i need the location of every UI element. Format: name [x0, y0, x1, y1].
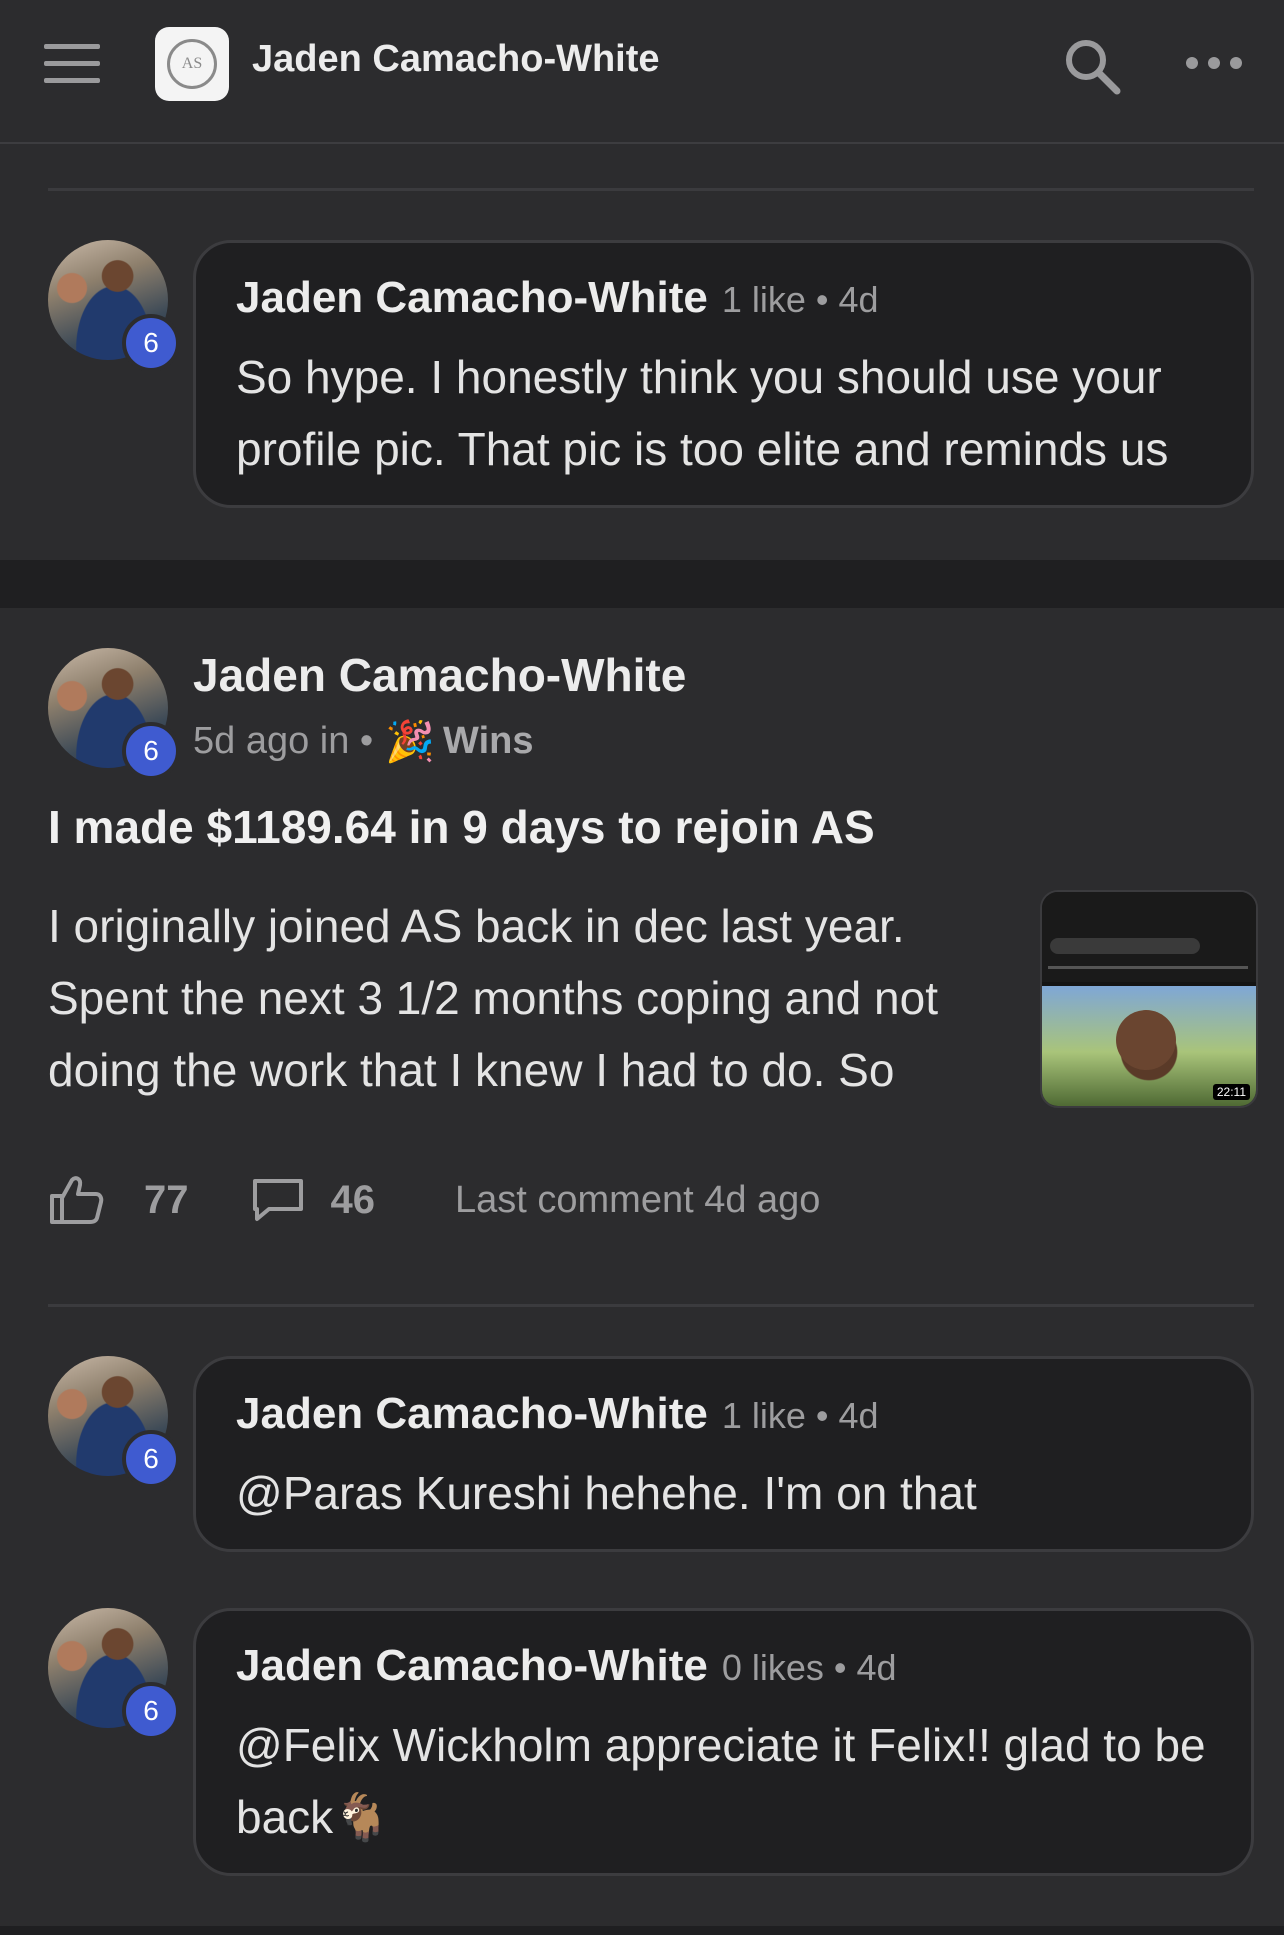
- menu-icon[interactable]: [44, 44, 100, 84]
- comment-author[interactable]: Jaden Camacho-White: [236, 1389, 708, 1438]
- thumbnail-face: [1116, 1010, 1176, 1070]
- post-thumbnail[interactable]: 22:11: [1040, 890, 1258, 1108]
- video-duration: 22:11: [1212, 1084, 1250, 1100]
- comment-bubble: Jaden Camacho-White 1 like • 4d So hype. …: [193, 240, 1254, 508]
- section-separator: [0, 1926, 1284, 1935]
- group-logo-crest: AS: [167, 39, 217, 89]
- comment-icon[interactable]: [249, 1175, 307, 1225]
- comment-text: So hype. I honestly think you should use…: [236, 351, 1169, 475]
- comment-count: 46: [330, 1177, 376, 1222]
- more-icon[interactable]: [1186, 55, 1242, 71]
- post-author[interactable]: Jaden Camacho-White: [193, 648, 686, 702]
- comment-text: @Paras Kureshi hehehe. I'm on that: [236, 1467, 977, 1519]
- comment-author[interactable]: Jaden Camacho-White: [236, 1641, 708, 1690]
- page-title: Jaden Camacho-White: [252, 38, 660, 80]
- post-time: 5d ago in •: [193, 720, 374, 762]
- section-separator: [0, 560, 1284, 608]
- level-badge: 6: [122, 722, 180, 780]
- post-title[interactable]: I made $1189.64 in 9 days to rejoin AS: [48, 800, 875, 854]
- like-icon[interactable]: [48, 1174, 104, 1226]
- post-body[interactable]: I originally joined AS back in dec last …: [48, 890, 1008, 1106]
- divider: [48, 188, 1254, 191]
- comment-bubble: Jaden Camacho-White 0 likes • 4d @Felix W…: [193, 1608, 1254, 1876]
- post-category[interactable]: Wins: [443, 720, 533, 763]
- post-meta: 5d ago in • 🎉 Wins: [193, 718, 533, 765]
- search-icon[interactable]: [1062, 36, 1122, 96]
- comment-text: @Felix Wickholm appreciate it Felix!! gl…: [236, 1719, 1206, 1843]
- comment-meta: 1 like • 4d: [721, 1395, 879, 1436]
- comment-meta: 0 likes • 4d: [721, 1647, 897, 1688]
- like-count: 77: [144, 1177, 189, 1222]
- last-comment: Last comment 4d ago: [455, 1178, 821, 1221]
- comment-author[interactable]: Jaden Camacho-White: [236, 273, 708, 322]
- thumbnail-bar: [1050, 938, 1200, 954]
- level-badge: 6: [122, 1682, 180, 1740]
- comment-bubble: Jaden Camacho-White 1 like • 4d @Paras Ku…: [193, 1356, 1254, 1552]
- post-stats: 77 46 Last comment 4d ago: [48, 1170, 820, 1230]
- top-bar: AS Jaden Camacho-White: [0, 0, 1284, 144]
- party-icon: 🎉: [385, 720, 436, 764]
- group-logo[interactable]: AS: [155, 27, 229, 101]
- level-badge: 6: [122, 1430, 180, 1488]
- thumbnail-nav: [1048, 966, 1248, 969]
- level-badge: 6: [122, 314, 180, 372]
- divider: [48, 1304, 1254, 1307]
- comment-meta: 1 like • 4d: [721, 279, 879, 320]
